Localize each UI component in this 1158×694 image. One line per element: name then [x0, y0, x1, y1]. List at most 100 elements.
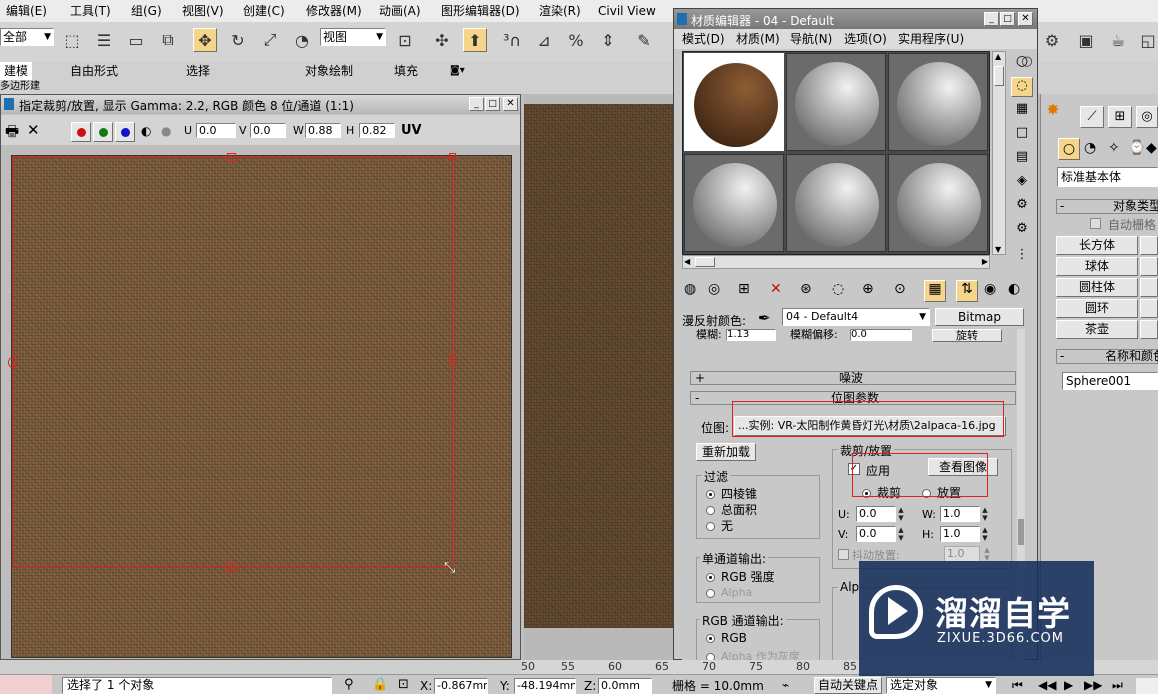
reset-map-icon[interactable]: ✕ [770, 281, 782, 297]
frame-field[interactable] [1136, 678, 1158, 694]
go-to-parent-icon[interactable]: ◉ [984, 281, 996, 297]
make-preview-icon[interactable]: ◈ [1011, 173, 1033, 193]
crop-handle-bottom[interactable] [227, 563, 236, 572]
add-time-tag-icon[interactable]: ⌁ [782, 678, 789, 692]
name-color-rollout[interactable]: - 名称和颜色 [1056, 349, 1158, 364]
print-icon[interactable]: 🖶 [5, 121, 19, 146]
sample-slots-hscroll[interactable]: ◀ ▶ [682, 255, 990, 269]
select-object-icon[interactable]: ⬚ [60, 28, 84, 52]
w-spinner-icon[interactable]: ▲ ▼ [980, 506, 990, 522]
blue-channel-button[interactable] [115, 122, 135, 142]
uv-toggle[interactable]: UV [401, 123, 422, 138]
sample-slot-4[interactable] [684, 154, 784, 252]
select-by-material-icon[interactable]: ⚙ [1011, 221, 1033, 241]
motion-tab-icon[interactable]: ◎ [1136, 106, 1158, 128]
edit-named-selection-icon[interactable]: ✎ [632, 28, 656, 52]
cone-button[interactable] [1140, 236, 1158, 255]
crop-handle-top-right[interactable] [449, 153, 456, 160]
map-type-button[interactable]: Bitmap [935, 308, 1024, 326]
x-coord-field[interactable]: -0.867mm [434, 678, 488, 694]
window-crossing-icon[interactable]: ⧉ [156, 28, 180, 52]
minimize-button[interactable]: _ [984, 12, 999, 26]
menu-navigation[interactable]: 导航(N) [790, 29, 832, 49]
spinner-snap-icon[interactable]: ⇕ [596, 28, 620, 52]
scroll-thumb[interactable] [994, 66, 1004, 86]
ribbon-tab-object-paint[interactable]: 对象绘制 [305, 62, 353, 80]
next-frame-icon[interactable]: ▶▶ [1084, 678, 1102, 692]
render-setup-icon[interactable]: ⚙ [1040, 28, 1064, 52]
sample-slot-5[interactable] [786, 154, 886, 252]
show-end-result-icon[interactable]: ⇅ [956, 280, 978, 302]
scroll-up-icon[interactable]: ▲ [995, 52, 1001, 61]
maxscript-listener[interactable] [0, 675, 52, 694]
background-icon[interactable]: ▦ [1011, 101, 1033, 121]
eyedropper-icon[interactable]: ✒ [758, 309, 771, 327]
green-channel-button[interactable] [93, 122, 113, 142]
crop-u-field[interactable]: 0.0 [196, 123, 236, 138]
menu-civil-view[interactable]: Civil View [598, 0, 656, 22]
scroll-thumb[interactable] [1018, 519, 1024, 545]
isolate-icon[interactable]: ⚲ [344, 677, 354, 692]
go-to-start-icon[interactable]: ⏮ [1012, 678, 1023, 693]
crop-handle-right[interactable] [448, 355, 457, 366]
keyboard-shortcut-override-icon[interactable]: ⬆ [463, 28, 487, 52]
mono-rgb-intensity-radio[interactable]: RGB 强度 [706, 568, 775, 585]
snap-toggle-icon[interactable]: ³∩ [500, 28, 524, 52]
menu-options[interactable]: 选项(O) [844, 29, 887, 49]
put-to-scene-icon[interactable]: ◎ [708, 281, 720, 297]
options-icon[interactable]: ⚙ [1011, 197, 1033, 217]
menu-tools[interactable]: 工具(T) [70, 0, 111, 22]
lights-icon[interactable]: ✧ [1108, 140, 1120, 156]
absolute-mode-icon[interactable]: ⊡ [398, 677, 409, 692]
pivot-icon[interactable]: ⊡ [393, 28, 417, 52]
hierarchy-tab-icon[interactable]: ⊞ [1108, 106, 1132, 128]
ribbon-tab-selection[interactable]: 选择 [186, 62, 210, 80]
play-icon[interactable]: ▶ [1064, 678, 1073, 692]
cylinder-button[interactable]: 圆柱体 [1056, 278, 1138, 297]
reference-coord-dropdown[interactable]: 视图 ▼ [320, 28, 386, 46]
material-editor-titlebar[interactable]: 材质编辑器 - 04 - Default _ □ ✕ [674, 9, 1037, 29]
autokey-button[interactable]: 自动关键点 [814, 677, 882, 694]
crop-window-titlebar[interactable]: 指定裁剪/放置, 显示 Gamma: 2.2, RGB 颜色 8 位/通道 (1… [1, 95, 520, 114]
v-field[interactable]: 0.0 [856, 526, 896, 542]
show-shaded-map-icon[interactable]: ▦ [924, 280, 946, 302]
sample-slots-vscroll[interactable]: ▲ ▼ [992, 51, 1006, 255]
material-name-dropdown[interactable]: 04 - Default4 ▼ [782, 308, 930, 326]
put-to-library-icon[interactable]: ⊕ [862, 281, 874, 297]
rect-selection-icon[interactable]: ▭ [124, 28, 148, 52]
crop-w-field[interactable]: 0.88 [305, 123, 341, 138]
mono-alpha-radio[interactable]: Alpha [706, 586, 752, 599]
blur-offset-field[interactable]: 0.0 [850, 329, 912, 341]
select-manipulate-icon[interactable]: ✣ [430, 28, 454, 52]
object-type-rollout[interactable]: - 对象类型 [1056, 199, 1158, 214]
ribbon-tab-freeform[interactable]: 自由形式 [70, 62, 118, 80]
u-spinner-icon[interactable]: ▲ ▼ [896, 506, 906, 522]
jitter-field[interactable]: 1.0 [944, 546, 980, 562]
v-spinner-icon[interactable]: ▲ ▼ [896, 526, 906, 542]
menu-group[interactable]: 组(G) [131, 0, 162, 22]
go-to-end-icon[interactable]: ⏭ [1112, 678, 1123, 693]
z-coord-field[interactable]: 0.0mm [598, 678, 652, 694]
menu-material[interactable]: 材质(M) [736, 29, 780, 49]
scroll-thumb[interactable] [695, 257, 715, 267]
menu-view[interactable]: 视图(V) [182, 0, 224, 22]
h-field[interactable]: 1.0 [940, 526, 980, 542]
selection-set-dropdown[interactable]: 选定对象 ▼ [886, 677, 996, 694]
ribbon-tab-populate[interactable]: 填充 [394, 62, 418, 80]
crop-v-field[interactable]: 0.0 [250, 123, 286, 138]
y-coord-field[interactable]: -48.194mm [514, 678, 576, 694]
jitter-checkbox[interactable] [838, 549, 849, 560]
clear-icon[interactable]: ✕ [27, 121, 40, 139]
scroll-left-icon[interactable]: ◀ [684, 257, 690, 266]
alpha-channel-icon[interactable]: ● [161, 124, 171, 138]
modify-tab-icon[interactable]: ⟋ [1080, 106, 1104, 128]
menu-edit[interactable]: 编辑(E) [6, 0, 47, 22]
menu-graph-editors[interactable]: 图形编辑器(D) [441, 0, 520, 22]
scale-icon[interactable]: ⤢ [258, 28, 282, 52]
sample-slot-1[interactable] [684, 53, 784, 151]
menu-create[interactable]: 创建(C) [243, 0, 285, 22]
reload-button[interactable]: 重新加载 [696, 443, 756, 461]
cameras-icon[interactable]: ⌚ [1128, 140, 1145, 156]
box-button[interactable]: 长方体 [1056, 236, 1138, 255]
close-button[interactable]: ✕ [1018, 12, 1033, 26]
